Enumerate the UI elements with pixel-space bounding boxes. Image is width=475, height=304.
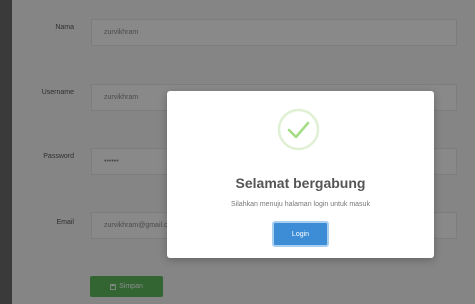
success-dialog: Selamat bergabung Silahkan menuju halama… bbox=[167, 91, 434, 258]
login-button[interactable]: Login bbox=[272, 221, 329, 247]
dialog-title: Selamat bergabung bbox=[235, 175, 366, 191]
dialog-message: Silahkan menuju halaman login untuk masu… bbox=[231, 201, 370, 208]
checkmark-circle-icon bbox=[277, 108, 320, 151]
